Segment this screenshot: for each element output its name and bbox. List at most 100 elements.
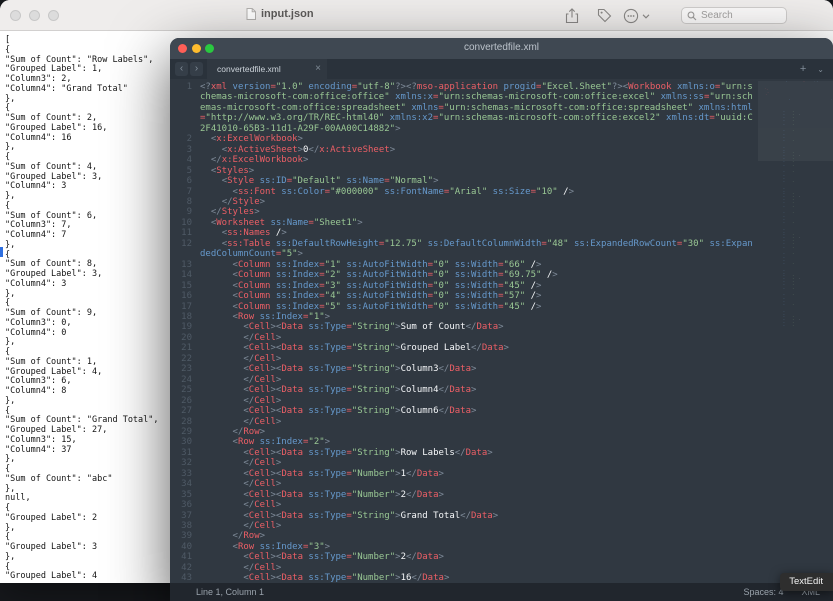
code-line[interactable]: 18 <Row ss:Index="1"> bbox=[170, 312, 758, 322]
line-number: 41 bbox=[170, 552, 200, 562]
textedit-titlebar[interactable]: input.json bbox=[0, 0, 833, 31]
code-lines[interactable]: 1<?xml version="1.0" encoding="utf-8"?><… bbox=[170, 79, 758, 583]
code-line[interactable]: 8 </Style> bbox=[170, 197, 758, 207]
code-text: <Row ss:Index="2"> bbox=[200, 437, 758, 447]
search-input[interactable] bbox=[701, 10, 781, 21]
line-number: 15 bbox=[170, 281, 200, 291]
nav-back-icon[interactable]: ‹ bbox=[175, 62, 188, 76]
code-text: </Cell> bbox=[200, 458, 758, 468]
search-field[interactable] bbox=[681, 7, 787, 24]
minimap-row: <Cell><Data ss:Type="String">Column4</Da… bbox=[760, 325, 833, 327]
tag-icon[interactable] bbox=[597, 8, 612, 23]
code-line[interactable]: 43 <Cell><Data ss:Type="Number">16</Data… bbox=[170, 573, 758, 583]
code-line[interactable]: 40 <Row ss:Index="3"> bbox=[170, 542, 758, 552]
zoom-button[interactable] bbox=[48, 10, 59, 21]
code-text: <Column ss:Index="3" ss:AutoFitWidth="0"… bbox=[200, 281, 758, 291]
nav-forward-icon[interactable]: › bbox=[190, 62, 203, 76]
tab-overflow-icon[interactable]: ⌄ bbox=[817, 65, 824, 74]
code-line[interactable]: 30 <Row ss:Index="2"> bbox=[170, 437, 758, 447]
line-number: 38 bbox=[170, 521, 200, 531]
new-tab-icon[interactable]: + bbox=[800, 63, 806, 75]
code-line[interactable]: 5 <Styles> bbox=[170, 166, 758, 176]
code-text: <x:ActiveSheet>0</x:ActiveSheet> bbox=[200, 145, 758, 155]
code-line[interactable]: 23 <Cell><Data ss:Type="String">Column3<… bbox=[170, 364, 758, 374]
code-line[interactable]: 24 </Cell> bbox=[170, 375, 758, 385]
code-text: <Cell><Data ss:Type="Number">2</Data> bbox=[200, 552, 758, 562]
code-line[interactable]: 6 <Style ss:ID="Default" ss:Name="Normal… bbox=[170, 176, 758, 186]
document-proxy-icon[interactable] bbox=[246, 8, 256, 20]
code-line[interactable]: 10 <Worksheet ss:Name="Sheet1"> bbox=[170, 218, 758, 228]
code-line[interactable]: 25 <Cell><Data ss:Type="String">Column4<… bbox=[170, 385, 758, 395]
code-line[interactable]: 22 </Cell> bbox=[170, 354, 758, 364]
tab-nav: ‹ › bbox=[170, 59, 207, 79]
line-number: 1 bbox=[170, 82, 200, 134]
code-line[interactable]: 17 <Column ss:Index="5" ss:AutoFitWidth=… bbox=[170, 302, 758, 312]
code-line[interactable]: 16 <Column ss:Index="4" ss:AutoFitWidth=… bbox=[170, 291, 758, 301]
line-number: 7 bbox=[170, 187, 200, 197]
code-line[interactable]: 29 </Row> bbox=[170, 427, 758, 437]
more-options-icon[interactable] bbox=[623, 8, 651, 24]
code-line[interactable]: 13 <Column ss:Index="1" ss:AutoFitWidth=… bbox=[170, 260, 758, 270]
code-line[interactable]: 19 <Cell><Data ss:Type="String">Sum of C… bbox=[170, 322, 758, 332]
line-number: 25 bbox=[170, 385, 200, 395]
code-text: <Row ss:Index="3"> bbox=[200, 542, 758, 552]
indent-setting[interactable]: Spaces: 4 bbox=[743, 587, 783, 597]
code-line[interactable]: 2 <x:ExcelWorkbook> bbox=[170, 134, 758, 144]
code-line[interactable]: 32 </Cell> bbox=[170, 458, 758, 468]
code-line[interactable]: 21 <Cell><Data ss:Type="String">Grouped … bbox=[170, 343, 758, 353]
line-number: 14 bbox=[170, 270, 200, 280]
tab-close-icon[interactable]: × bbox=[315, 64, 321, 74]
code-text: <Cell><Data ss:Type="String">Row Labels<… bbox=[200, 448, 758, 458]
code-line[interactable]: 36 </Cell> bbox=[170, 500, 758, 510]
code-text: </Cell> bbox=[200, 479, 758, 489]
editor-main: 1 <?xml version="1.0" encoding="utf-8"?><… bbox=[170, 79, 833, 583]
code-line[interactable]: 9 </Styles> bbox=[170, 207, 758, 217]
code-line[interactable]: 4 </x:ExcelWorkbook> bbox=[170, 155, 758, 165]
code-line[interactable]: 7 <ss:Font ss:Color="#000000" ss:FontNam… bbox=[170, 187, 758, 197]
code-line[interactable]: 1<?xml version="1.0" encoding="utf-8"?><… bbox=[170, 82, 758, 134]
code-text: <Cell><Data ss:Type="String">Grouped Lab… bbox=[200, 343, 758, 353]
text-selection-indicator bbox=[0, 247, 3, 257]
code-text: </Cell> bbox=[200, 417, 758, 427]
code-line[interactable]: 12 <ss:Table ss:DefaultRowHeight="12.75"… bbox=[170, 239, 758, 260]
code-text: </Row> bbox=[200, 531, 758, 541]
code-line[interactable]: 34 </Cell> bbox=[170, 479, 758, 489]
line-number: 35 bbox=[170, 490, 200, 500]
line-number: 32 bbox=[170, 458, 200, 468]
code-text: <Cell><Data ss:Type="String">Grand Total… bbox=[200, 511, 758, 521]
line-number: 39 bbox=[170, 531, 200, 541]
code-text: <Cell><Data ss:Type="Number">16</Data> bbox=[200, 573, 758, 583]
line-number: 2 bbox=[170, 134, 200, 144]
line-number: 40 bbox=[170, 542, 200, 552]
code-line[interactable]: 26 </Cell> bbox=[170, 396, 758, 406]
code-line[interactable]: 15 <Column ss:Index="3" ss:AutoFitWidth=… bbox=[170, 281, 758, 291]
code-line[interactable]: 3 <x:ActiveSheet>0</x:ActiveSheet> bbox=[170, 145, 758, 155]
search-icon bbox=[687, 11, 697, 21]
line-number: 36 bbox=[170, 500, 200, 510]
code-line[interactable]: 11 <ss:Names /> bbox=[170, 228, 758, 238]
code-text: <Styles> bbox=[200, 166, 758, 176]
code-line[interactable]: 33 <Cell><Data ss:Type="Number">1</Data> bbox=[170, 469, 758, 479]
code-text: </Cell> bbox=[200, 333, 758, 343]
code-line[interactable]: 27 <Cell><Data ss:Type="String">Column6<… bbox=[170, 406, 758, 416]
code-line[interactable]: 14 <Column ss:Index="2" ss:AutoFitWidth=… bbox=[170, 270, 758, 280]
code-line[interactable]: 20 </Cell> bbox=[170, 333, 758, 343]
code-line[interactable]: 42 </Cell> bbox=[170, 563, 758, 573]
minimap-viewport[interactable] bbox=[758, 81, 833, 161]
code-line[interactable]: 41 <Cell><Data ss:Type="Number">2</Data> bbox=[170, 552, 758, 562]
close-button[interactable] bbox=[10, 10, 21, 21]
editor-titlebar[interactable]: convertedfile.xml bbox=[170, 38, 833, 59]
tab-convertedfile-xml[interactable]: convertedfile.xml × bbox=[207, 59, 327, 79]
share-icon[interactable] bbox=[565, 8, 579, 24]
minimap[interactable]: <?xml version="1.0" encoding="utf-8"?><?… bbox=[758, 79, 833, 583]
code-line[interactable]: 31 <Cell><Data ss:Type="String">Row Labe… bbox=[170, 448, 758, 458]
code-line[interactable]: 28 </Cell> bbox=[170, 417, 758, 427]
line-number: 26 bbox=[170, 396, 200, 406]
code-line[interactable]: 38 </Cell> bbox=[170, 521, 758, 531]
line-number: 16 bbox=[170, 291, 200, 301]
code-line[interactable]: 35 <Cell><Data ss:Type="Number">2</Data> bbox=[170, 490, 758, 500]
code-line[interactable]: 39 </Row> bbox=[170, 531, 758, 541]
minimize-button[interactable] bbox=[29, 10, 40, 21]
code-line[interactable]: 37 <Cell><Data ss:Type="String">Grand To… bbox=[170, 511, 758, 521]
code-text: <Cell><Data ss:Type="String">Sum of Coun… bbox=[200, 322, 758, 332]
